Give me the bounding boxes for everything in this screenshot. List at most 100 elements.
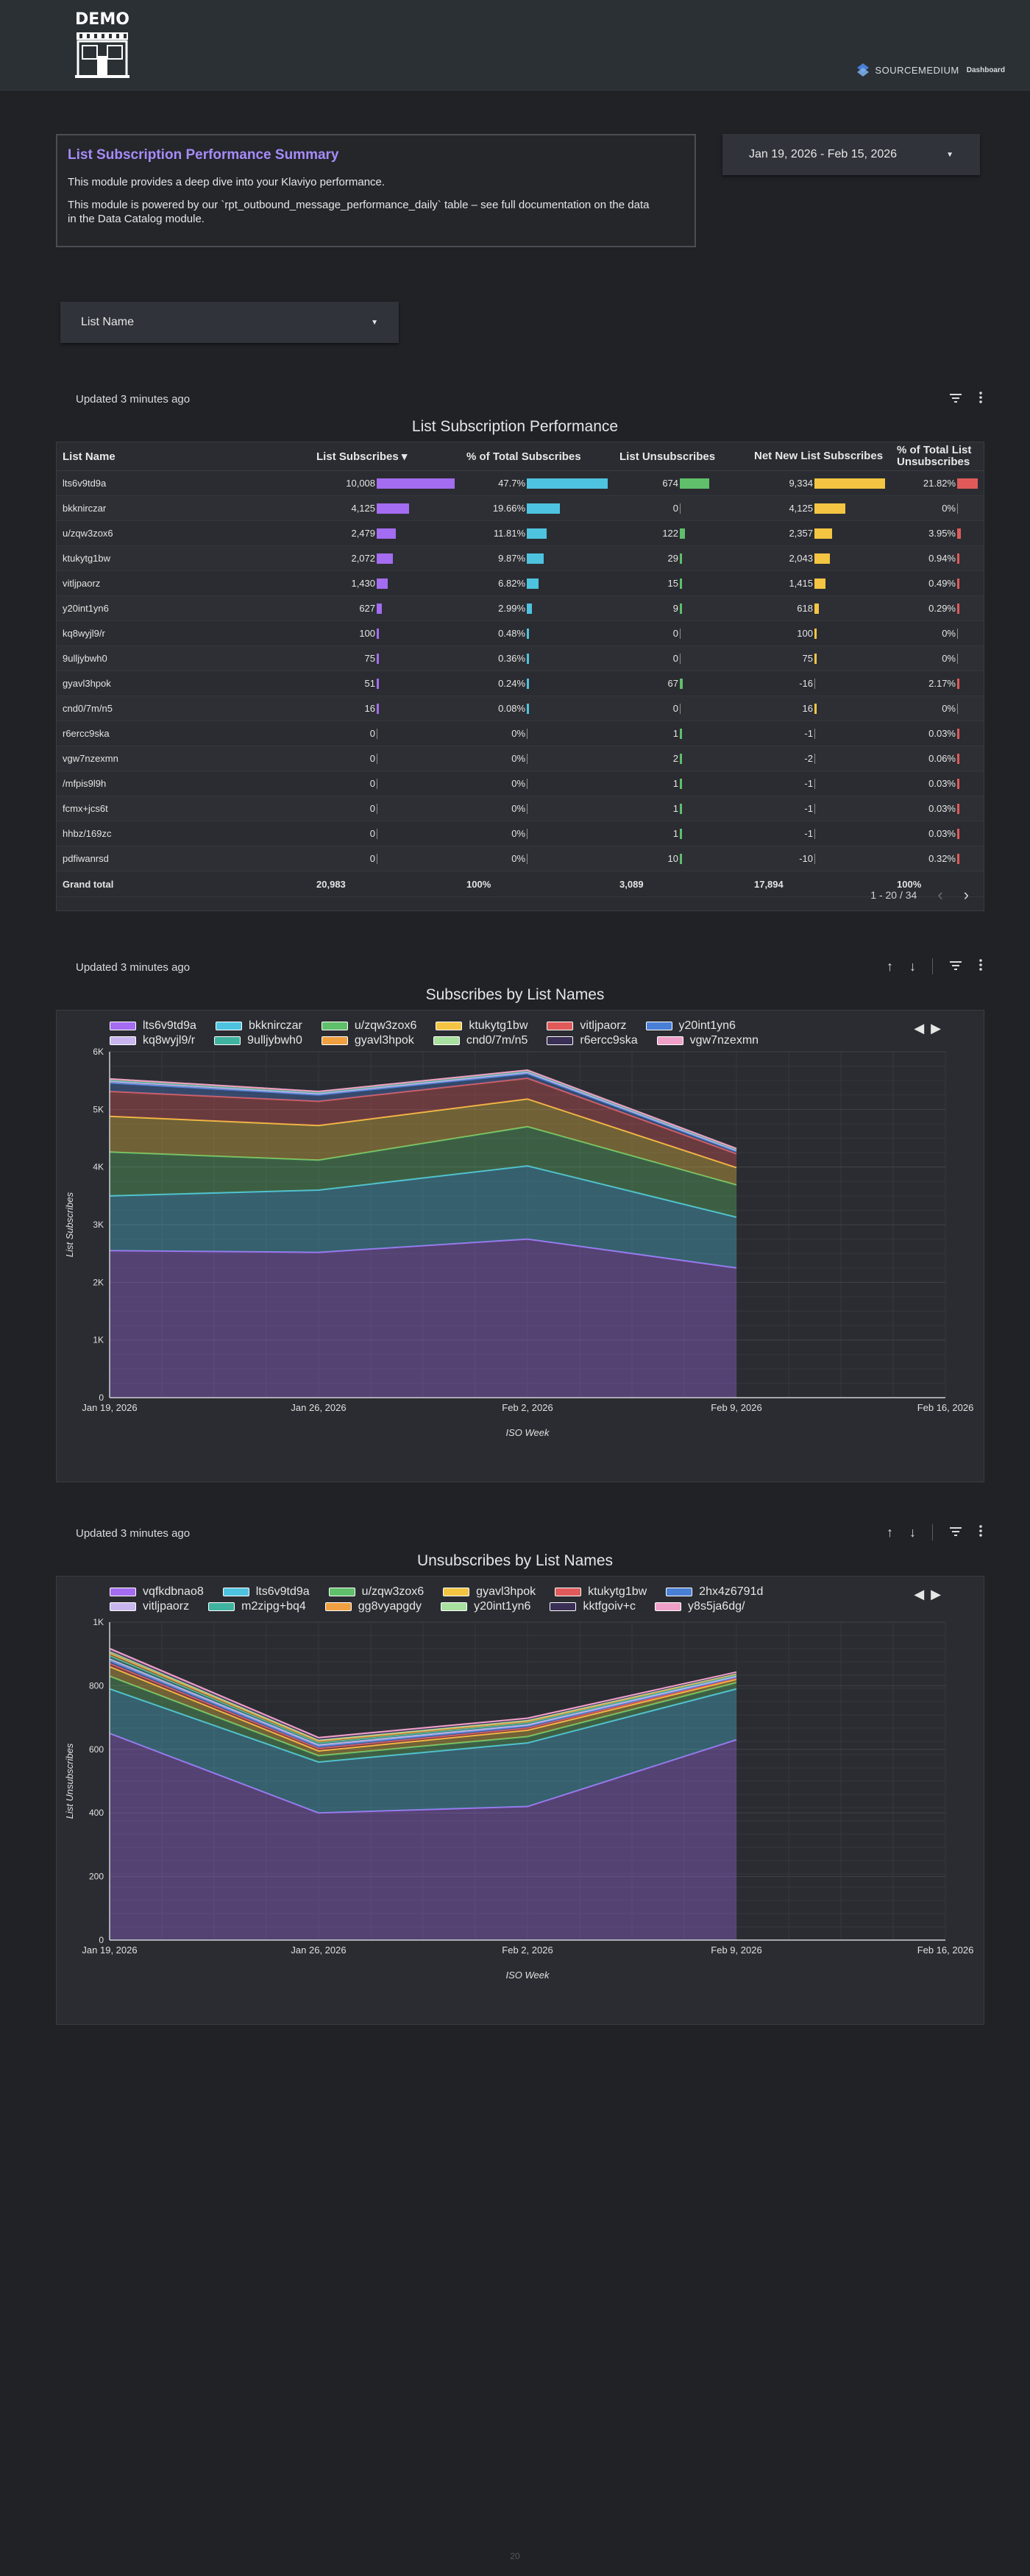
cell-value: 3.95% <box>928 528 956 539</box>
table-cell: 1 <box>614 721 748 746</box>
col-net-new-subscribes[interactable]: Net New List Subscribes <box>747 442 891 471</box>
date-range-picker[interactable]: Jan 19, 2026 - Feb 15, 2026 ▼ <box>722 134 980 175</box>
more-vert-icon[interactable] <box>979 392 983 407</box>
value-bar <box>814 578 825 589</box>
sort-up-icon[interactable]: ↑ <box>887 959 893 974</box>
value-bar <box>680 478 710 489</box>
value-bar <box>814 628 817 639</box>
table-cell: 1 <box>614 796 748 821</box>
x-tick-label: Jan 26, 2026 <box>291 1402 346 1413</box>
sort-up-icon[interactable]: ↑ <box>887 1525 893 1540</box>
y-tick-label: 800 <box>89 1680 104 1691</box>
table-cell: -10 <box>747 846 891 871</box>
list-name-filter[interactable]: List Name ▼ <box>60 302 399 343</box>
filter-label: List Name <box>81 316 135 328</box>
table-cell: 0% <box>461 846 614 871</box>
table-row[interactable]: kq8wyjl9/r 100 0.48% 0 100 0% <box>57 620 984 646</box>
table-row[interactable]: bkknirczar 4,125 19.66% 0 4,125 0% <box>57 495 984 521</box>
chart1-toolbar: ↑ ↓ <box>887 958 983 974</box>
storefront-icon <box>75 32 129 78</box>
table-cell: 0.94% <box>891 545 984 571</box>
summary-card: List Subscription Performance Summary Th… <box>56 134 696 247</box>
table-row[interactable]: u/zqw3zox6 2,479 11.81% 122 2,357 3.95% <box>57 520 984 546</box>
cell-value: 0% <box>511 728 526 739</box>
table-cell: 21.82% <box>891 470 984 496</box>
value-bar <box>377 578 388 589</box>
cell-value: 100 <box>797 628 813 639</box>
cell-value: 0.06% <box>928 753 956 764</box>
table-row[interactable]: 9ulljybwh0 75 0.36% 0 75 0% <box>57 645 984 671</box>
table-cell: 0.03% <box>891 721 984 746</box>
table-cell: 1 <box>614 771 748 796</box>
cell-value: 618 <box>797 603 813 614</box>
table-row[interactable]: cnd0/7m/n5 16 0.08% 0 16 0% <box>57 696 984 721</box>
cell-value: 0.03% <box>928 778 956 789</box>
filter-icon[interactable] <box>949 959 962 974</box>
table-row[interactable]: pdfiwanrsd 0 0% 10 -10 0.32% <box>57 846 984 871</box>
zero-tick <box>680 703 681 714</box>
cell-value: 9.87% <box>498 553 526 564</box>
zero-tick <box>527 853 528 864</box>
chart2-updated-text: Updated 3 minutes ago <box>76 1527 191 1540</box>
value-bar <box>680 853 683 864</box>
table-row[interactable]: hhbz/169zc 0 0% 1 -1 0.03% <box>57 821 984 846</box>
cell-value: 0.32% <box>928 853 956 864</box>
y-tick-label: 0 <box>99 1935 104 1945</box>
table-row[interactable]: vgw7nzexmn 0 0% 2 -2 0.06% <box>57 746 984 771</box>
table-cell: 29 <box>614 545 748 571</box>
cell-value: 9 <box>672 603 679 614</box>
col-list-name[interactable]: List Name <box>57 442 311 471</box>
col-pct-total-unsubscribes[interactable]: % of Total List Unsubscribes <box>891 442 984 471</box>
table-row[interactable]: gyavl3hpok 51 0.24% 67 -16 2.17% <box>57 670 984 696</box>
zero-tick <box>814 778 815 789</box>
value-bar <box>527 478 608 489</box>
x-tick-label: Jan 19, 2026 <box>82 1945 137 1956</box>
table-row[interactable]: /mfpis9l9h 0 0% 1 -1 0.03% <box>57 771 984 796</box>
cell-value: 0 <box>369 728 376 739</box>
toolbar-divider <box>932 1524 933 1540</box>
cell-value: 10 <box>667 853 679 864</box>
zero-tick <box>814 803 815 814</box>
grand-total-row: Grand total 20,983 100% 3,089 17,894 100% <box>57 871 984 897</box>
list-name-cell: kq8wyjl9/r <box>57 620 311 646</box>
toolbar-divider <box>932 958 933 974</box>
cell-value: 0 <box>369 828 376 839</box>
table-cell: 6.82% <box>461 570 614 596</box>
zero-tick <box>680 628 681 639</box>
cell-value: 0% <box>942 628 956 639</box>
table-cell: 1 <box>614 821 748 846</box>
sort-down-icon[interactable]: ↓ <box>909 959 916 974</box>
cell-value: 6.82% <box>498 578 526 589</box>
table-row[interactable]: vitljpaorz 1,430 6.82% 15 1,415 0.49% <box>57 570 984 596</box>
more-vert-icon[interactable] <box>979 1524 983 1540</box>
next-page-icon[interactable]: › <box>964 885 969 905</box>
list-name-cell: bkknirczar <box>57 495 311 521</box>
value-bar <box>814 553 830 564</box>
cell-value: 75 <box>364 653 376 664</box>
table-row[interactable]: ktukytg1bw 2,072 9.87% 29 2,043 0.94% <box>57 545 984 571</box>
table-cell: 9,334 <box>747 470 891 496</box>
sort-down-icon[interactable]: ↓ <box>909 1525 916 1540</box>
date-range-value: Jan 19, 2026 - Feb 15, 2026 <box>749 148 898 160</box>
table-row[interactable]: fcmx+jcs6t 0 0% 1 -1 0.03% <box>57 796 984 821</box>
table-row[interactable]: r6ercc9ska 0 0% 1 -1 0.03% <box>57 721 984 746</box>
table-cell: 0 <box>310 721 461 746</box>
value-bar <box>957 553 959 564</box>
filter-icon[interactable] <box>949 392 962 407</box>
more-vert-icon[interactable] <box>979 958 983 974</box>
table-row[interactable]: lts6v9td9a 10,008 47.7% 674 9,334 21.82% <box>57 470 984 496</box>
table-cell: 0 <box>614 495 748 521</box>
col-pct-total-subscribes[interactable]: % of Total Subscribes <box>461 442 614 471</box>
value-bar <box>680 603 683 614</box>
col-list-subscribes[interactable]: List Subscribes ▾ <box>310 442 461 471</box>
cell-value: 122 <box>662 528 679 539</box>
table-cell: 75 <box>310 645 461 671</box>
table-row[interactable]: y20int1yn6 627 2.99% 9 618 0.29% <box>57 595 984 621</box>
y-tick-label: 3K <box>93 1220 104 1230</box>
value-bar <box>814 503 845 514</box>
prev-page-icon[interactable]: ‹ <box>937 885 942 905</box>
col-list-unsubscribes[interactable]: List Unsubscribes <box>614 442 748 471</box>
value-bar <box>957 728 959 739</box>
cell-value: 1,415 <box>789 578 813 589</box>
filter-icon[interactable] <box>949 1525 962 1540</box>
